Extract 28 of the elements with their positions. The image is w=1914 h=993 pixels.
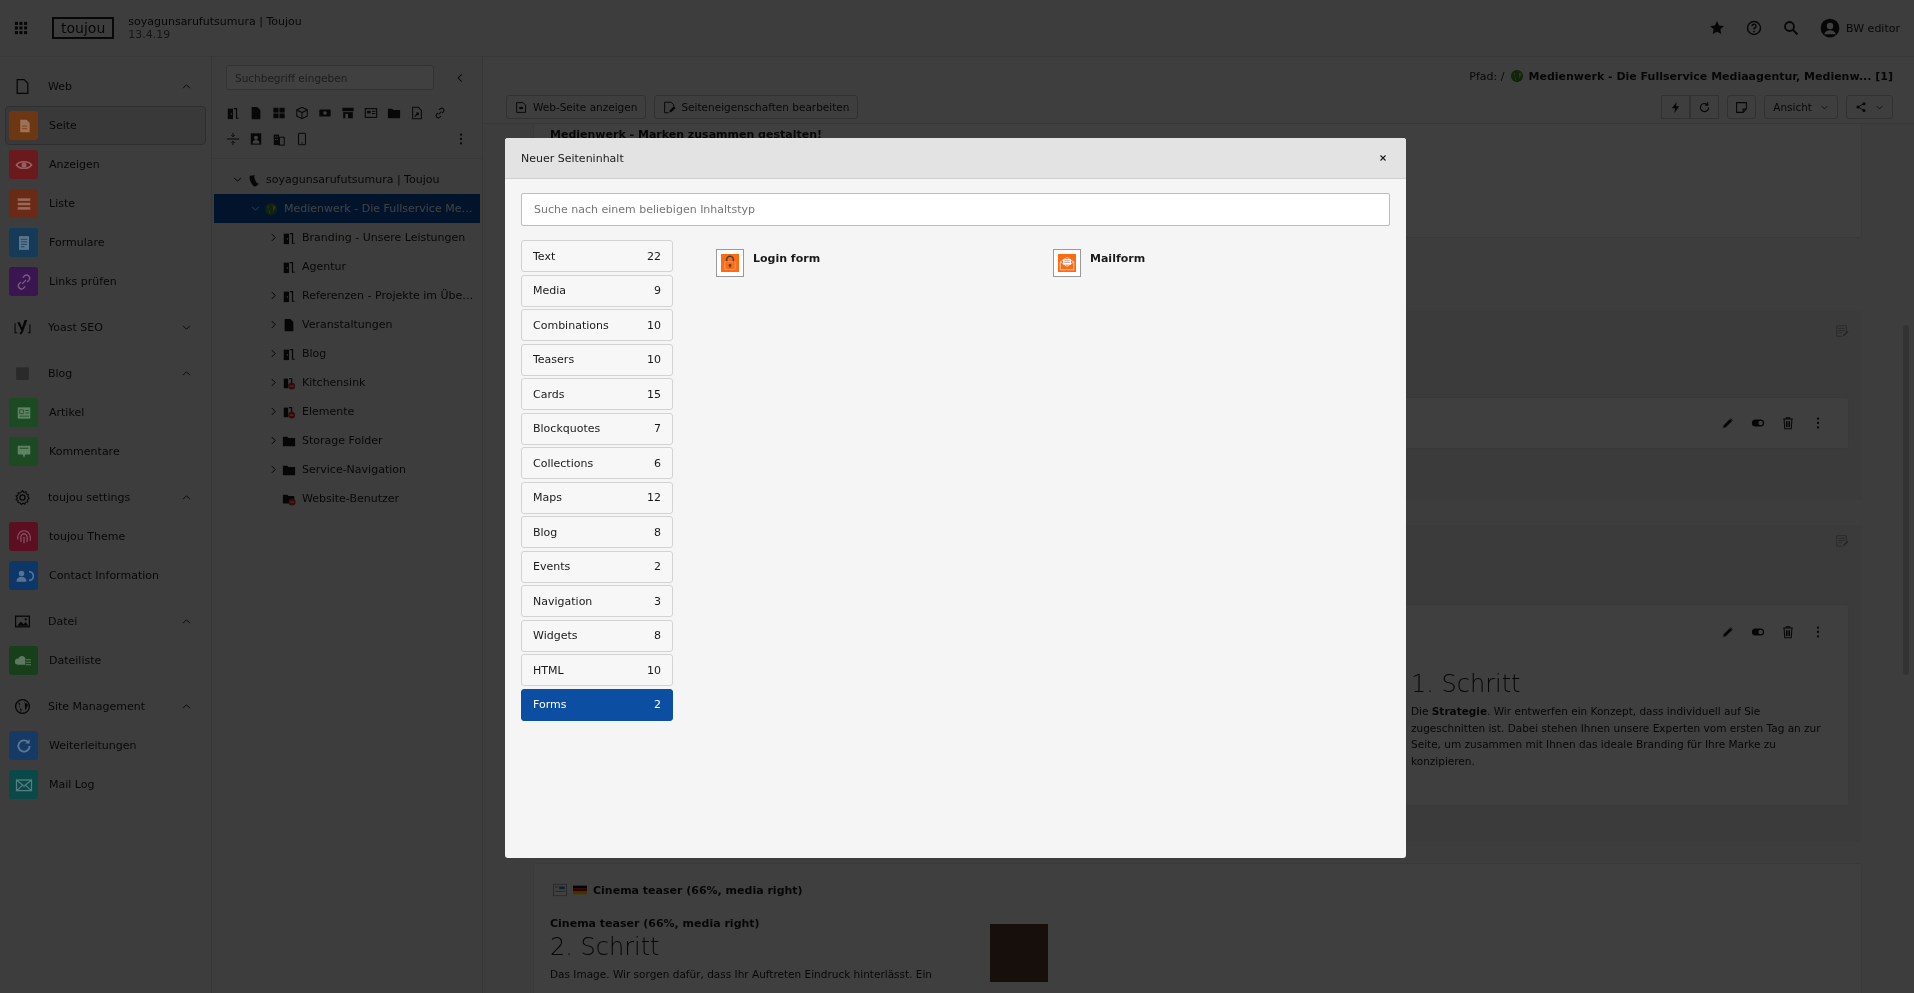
close-icon[interactable] xyxy=(1378,153,1388,163)
element-subtitle: Cinema teaser (66%, media right) xyxy=(550,916,761,932)
category-tab[interactable]: Navigation 3 xyxy=(521,585,673,617)
lock-icon[interactable] xyxy=(716,249,744,277)
category-tab[interactable]: Teasers 10 xyxy=(521,343,673,376)
category-tab[interactable]: Events 2 xyxy=(521,550,673,583)
content-heading: Medienwerk - Marken zusammen gestalten! xyxy=(550,128,822,141)
envelope-icon[interactable] xyxy=(1053,249,1081,277)
category-tab[interactable]: Collections 6 xyxy=(521,447,673,479)
search-field[interactable]: Suche nach einem beliebigen Inhaltstyp xyxy=(521,193,1390,226)
category-tab[interactable]: Combinations 10 xyxy=(521,309,673,341)
category-tab[interactable]: Blockquotes 7 xyxy=(521,412,673,445)
content-element-link[interactable]: Mailform xyxy=(1090,249,1146,265)
step-heading: 1. Schritt xyxy=(1411,669,1522,699)
step-heading: 2. Schritt xyxy=(550,932,661,962)
category-tab[interactable]: Forms 2 xyxy=(521,688,673,721)
page-path: Medienwerk - Die Fullservice Mediaagentur, Medienw... [1] xyxy=(1528,69,1893,83)
category-tab[interactable]: HTML 10 xyxy=(521,654,673,686)
category-tab[interactable]: Maps 12 xyxy=(521,481,673,514)
content-element-link[interactable]: Login form xyxy=(753,249,821,265)
element-title: Cinema teaser (66%, media right) xyxy=(593,883,803,897)
category-tab[interactable]: Text 22 xyxy=(521,240,673,272)
modal-title: Neuer Seiteninhalt xyxy=(521,151,624,165)
category-tab[interactable]: Widgets 8 xyxy=(521,619,673,652)
category-tab[interactable]: Blog 8 xyxy=(521,516,673,548)
category-tab[interactable]: Media 9 xyxy=(521,274,673,307)
category-tab[interactable]: Cards 15 xyxy=(521,378,673,410)
path-label: Pfad: / xyxy=(1469,69,1505,83)
